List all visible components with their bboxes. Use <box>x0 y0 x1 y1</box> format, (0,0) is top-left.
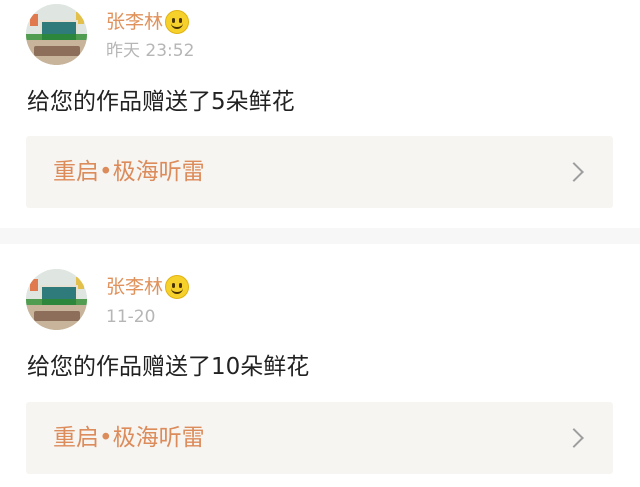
separator <box>0 228 640 244</box>
chevron-right-icon <box>564 162 584 182</box>
work-link-card[interactable]: 重启•极海听雷 <box>26 136 613 208</box>
work-title[interactable]: 重启•极海听雷 <box>53 157 205 187</box>
avatar[interactable] <box>26 269 87 330</box>
timestamp: 11-20 <box>106 307 156 327</box>
user-name-text[interactable]: 张李林 <box>106 9 163 35</box>
avatar-poster <box>30 279 38 291</box>
smiley-face-icon <box>165 10 190 34</box>
notification-item: 张李林 昨天 23:52 给您的作品赠送了5朵鲜花 重启•极海听雷 <box>0 0 640 228</box>
user-name[interactable]: 张李林 <box>106 274 190 300</box>
work-title[interactable]: 重启•极海听雷 <box>53 423 205 453</box>
avatar-poster <box>30 14 38 26</box>
user-name-text[interactable]: 张李林 <box>106 274 163 300</box>
notification-message: 给您的作品赠送了10朵鲜花 <box>27 354 310 380</box>
notification-message: 给您的作品赠送了5朵鲜花 <box>27 89 295 115</box>
chevron-right-icon <box>564 428 584 448</box>
avatar-desk <box>34 46 80 56</box>
avatar[interactable] <box>26 4 87 65</box>
notification-item: 张李林 11-20 给您的作品赠送了10朵鲜花 重启•极海听雷 <box>0 244 640 487</box>
timestamp: 昨天 23:52 <box>106 41 195 61</box>
avatar-desk <box>34 311 80 321</box>
smiley-face-icon <box>165 275 190 299</box>
user-name[interactable]: 张李林 <box>106 9 190 35</box>
work-link-card[interactable]: 重启•极海听雷 <box>26 402 613 474</box>
